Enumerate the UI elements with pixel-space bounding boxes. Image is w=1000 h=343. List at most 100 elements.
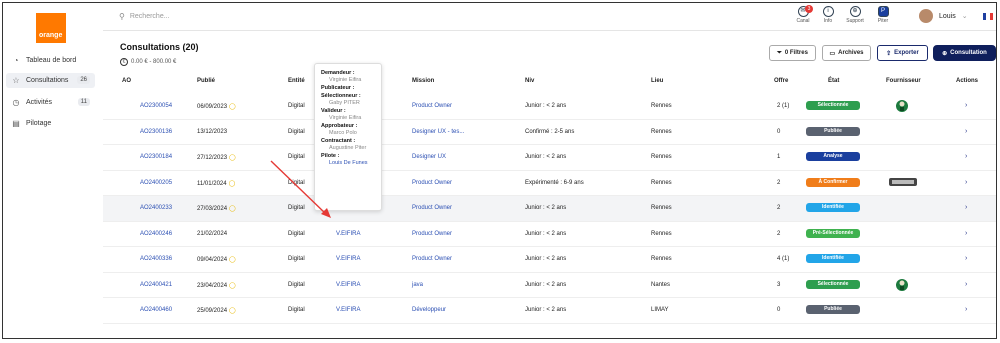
lightbulb-icon: ◯	[229, 282, 236, 289]
ao-link[interactable]: AO2300184	[140, 154, 172, 160]
tooltip-value: Virginie Eifira	[329, 77, 362, 83]
search-input[interactable]: Recherche...	[130, 13, 170, 20]
chevron-right-icon[interactable]: ›	[965, 153, 967, 160]
chevron-right-icon[interactable]: ›	[965, 255, 967, 262]
plus-circle-icon: ⊕	[942, 50, 948, 57]
table-row[interactable]: AO2300184 27/12/2023 ◯ Digital Designer UX Ju…	[103, 145, 996, 171]
location-value: LIMAY	[651, 307, 669, 313]
column-header-etat[interactable]: État	[828, 78, 839, 84]
column-header-entite[interactable]: Entité	[288, 78, 305, 84]
published-date: 25/09/2024	[197, 308, 228, 314]
archives-button[interactable]: ▭ Archives	[822, 45, 871, 61]
chevron-right-icon[interactable]: ›	[965, 128, 967, 135]
mission-link[interactable]: Designer UX - tes...	[412, 129, 464, 135]
search-bar[interactable]: ⚲ Recherche...	[119, 12, 170, 21]
user-menu[interactable]: Louis ⌄	[919, 9, 968, 23]
mission-link[interactable]: Développeur	[412, 307, 446, 313]
chevron-right-icon[interactable]: ›	[965, 204, 967, 211]
column-header-niv[interactable]: Niv	[525, 78, 534, 84]
chevron-right-icon[interactable]: ›	[965, 230, 967, 237]
ao-link[interactable]: AO2400205	[140, 180, 172, 186]
orange-logo[interactable]: orange	[36, 13, 66, 43]
column-header-fournisseur[interactable]: Fournisseur	[886, 78, 921, 84]
mission-link[interactable]: Product Owner	[412, 180, 452, 186]
ao-link[interactable]: AO2300054	[140, 103, 172, 109]
lightbulb-icon: ◯	[229, 155, 236, 161]
table-row[interactable]: AO240023327/03/2024◯DigitalV.EIFIRAProdu…	[103, 196, 996, 222]
column-header-publie[interactable]: Publié	[197, 78, 215, 84]
ao-link[interactable]: AO2400233	[140, 205, 172, 211]
mission-link[interactable]: java	[412, 282, 423, 288]
sidebar-item-pilotage[interactable]: ▤ Pilotage	[6, 116, 95, 131]
column-header-actions[interactable]: Actions	[956, 78, 978, 84]
chevron-right-icon[interactable]: ›	[965, 306, 967, 313]
mission-link[interactable]: Product Owner	[412, 231, 452, 237]
tooltip-value: Virginie Eifira	[329, 115, 362, 121]
dashboard-icon: ◔	[13, 56, 19, 65]
assignee-link[interactable]: V.EIFIRA	[336, 256, 360, 262]
mission-link[interactable]: Product Owner	[412, 103, 452, 109]
entity-value: Digital	[288, 230, 305, 237]
status-badge: Pré-Sélectionnée	[806, 228, 860, 238]
table-row[interactable]: AO2300054 06/09/2023 ◯ Digital Product Owner…	[103, 94, 996, 120]
chevron-right-icon[interactable]: ›	[965, 179, 967, 186]
assignee-link[interactable]: V.EIFIRA	[336, 231, 360, 237]
info-icon: i	[822, 6, 834, 17]
status-badge: À Confirmer	[806, 177, 860, 187]
assignee-link[interactable]: V.EIFIRA	[336, 307, 360, 313]
chevron-right-icon[interactable]: ›	[965, 281, 967, 288]
tooltip-label: Approbateur :	[321, 123, 358, 129]
table-row[interactable]: AO2400421 23/04/2024 ◯ Digital V.EIFIRA java J…	[103, 273, 996, 298]
sidebar-item-dashboard[interactable]: ◔ Tableau de bord	[6, 53, 95, 68]
ao-link[interactable]: AO2300136	[140, 129, 172, 135]
new-consultation-button[interactable]: ⊕ Consultation	[933, 45, 996, 61]
chevron-down-icon: ⌄	[961, 13, 968, 20]
column-header-ao[interactable]: AO	[122, 78, 131, 84]
assignee-link[interactable]: V.EIFIRA	[336, 282, 360, 288]
canal-button[interactable]: ✉ 3 Canal	[792, 5, 814, 24]
tooltip-label: Sélectionneur :	[321, 93, 361, 99]
table-row[interactable]: AO2400246 21/02/2024 Digital V.EIFIRA Produc…	[103, 222, 996, 247]
mission-link[interactable]: Product Owner	[412, 256, 452, 262]
tooltip-value: Augustine Piter	[329, 145, 367, 151]
ao-link[interactable]: AO2400421	[140, 282, 172, 288]
filter-icon: ⏷	[777, 49, 782, 56]
level-value: Junior : < 2 ans	[525, 281, 567, 288]
mission-link[interactable]: Product Owner	[412, 205, 452, 211]
ao-link[interactable]: AO2400336	[140, 256, 172, 262]
sidebar-item-consultations[interactable]: ☆ Consultations 26	[6, 73, 95, 88]
column-header-offre[interactable]: Offre	[774, 78, 788, 84]
lightbulb-icon: ◯	[229, 257, 236, 263]
export-icon: ⇪	[886, 50, 892, 57]
entity-value: Digital	[288, 128, 305, 135]
column-header-lieu[interactable]: Lieu	[651, 78, 663, 84]
lightbulb-icon: ◯	[228, 180, 236, 187]
sidebar-item-label: Tableau de bord	[26, 57, 77, 64]
chevron-right-icon[interactable]: ›	[965, 102, 967, 109]
support-button[interactable]: ⊕ Support	[844, 6, 866, 24]
tooltip-label: Contractant :	[321, 138, 356, 144]
column-header-mission[interactable]: Mission	[412, 78, 434, 84]
status-badge: Identifiée	[806, 254, 860, 263]
table-row[interactable]: AO2400205 11/01/2024 ◯ Digital Product Owner…	[103, 171, 996, 196]
published-date: 06/09/2023	[197, 104, 228, 110]
table-row[interactable]: AO2400336 09/04/2024 ◯ Digital V.EIFIRA Produ…	[103, 247, 996, 273]
ao-link[interactable]: AO2400246	[140, 231, 172, 237]
ao-link[interactable]: AO2400460	[140, 307, 172, 313]
published-date: 13/12/2023	[197, 128, 228, 135]
piter-button[interactable]: P Piter	[872, 6, 894, 24]
tooltip-label: Publicateur :	[321, 85, 355, 91]
french-flag-icon[interactable]	[983, 13, 993, 20]
mission-link[interactable]: Designer UX	[412, 154, 446, 160]
info-button[interactable]: i Info	[817, 6, 839, 24]
tooltip-value[interactable]: Louis De Funes	[329, 160, 375, 166]
table-row[interactable]: AO2400460 25/09/2024 ◯ Digital V.EIFIRA Dével…	[103, 298, 996, 324]
top-bar: ⚲ Recherche... ✉ 3 Canal i Info ⊕ Suppor…	[103, 3, 996, 31]
entity-value: Digital	[288, 307, 305, 313]
filters-button[interactable]: ⏷ 0 Filtres	[769, 45, 816, 61]
export-button[interactable]: ⇪ Exporter	[877, 45, 928, 61]
table-row[interactable]: AO2300136 13/12/2023 Digital Designer UX - …	[103, 120, 996, 145]
level-value: Junior : < 2 ans	[525, 154, 567, 160]
level-value: Junior : < 2 ans	[525, 230, 567, 237]
sidebar-item-activites[interactable]: ◷ Activités 11	[6, 95, 95, 110]
